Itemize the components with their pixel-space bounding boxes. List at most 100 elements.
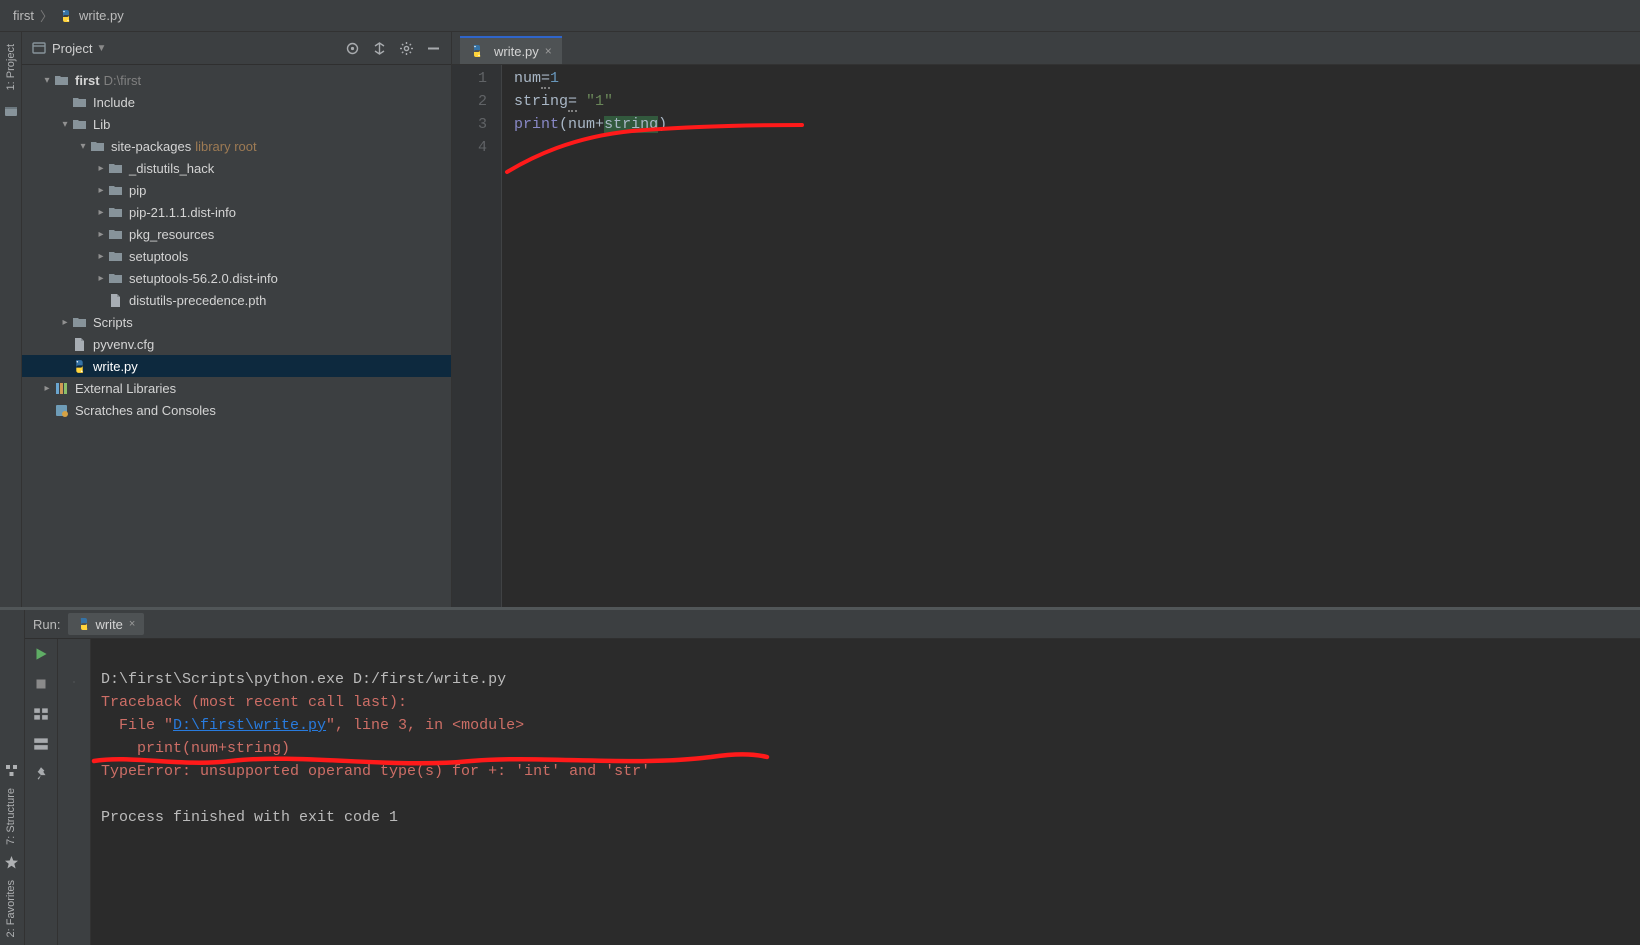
editor-tab-label: write.py (494, 44, 539, 59)
python-file-icon (77, 617, 91, 631)
line-number: 4 (452, 136, 487, 159)
tree-node-include[interactable]: Include (22, 91, 451, 113)
tree-node[interactable]: ▸ setuptools-56.2.0.dist-info (22, 267, 451, 289)
toggle-output-icon[interactable] (32, 735, 50, 753)
settings-gear-icon[interactable] (399, 41, 414, 56)
breadcrumb: first 〉 write.py (0, 0, 1640, 32)
file-link[interactable]: D:\first\write.py (173, 717, 326, 734)
file-icon (72, 337, 87, 352)
project-header-title[interactable]: Project (52, 41, 92, 56)
tree-node[interactable]: ▸ pip (22, 179, 451, 201)
editor-region: write.py × 1 2 3 4 num=1 string= "1" pri… (452, 32, 1640, 607)
breadcrumb-file[interactable]: write.py (79, 8, 124, 23)
project-tool-icon[interactable] (4, 104, 18, 118)
editor-tab-write[interactable]: write.py × (460, 36, 562, 64)
tool-favorites-tab[interactable]: 2: Favorites (5, 880, 17, 937)
tree-node-scripts[interactable]: ▸ Scripts (22, 311, 451, 333)
tree-node-write-py[interactable]: write.py (22, 355, 451, 377)
tree-scratches[interactable]: Scratches and Consoles (22, 399, 451, 421)
tree-external-libraries[interactable]: ▸ External Libraries (22, 377, 451, 399)
run-title: Run: (33, 617, 60, 632)
run-toolbar-right (58, 639, 91, 945)
pin-icon[interactable] (32, 765, 50, 783)
project-view-icon (32, 41, 46, 55)
chevron-right-icon[interactable]: ▸ (94, 227, 108, 241)
chevron-right-icon[interactable]: ▸ (94, 205, 108, 219)
folder-icon (108, 227, 123, 242)
close-run-tab-icon[interactable]: × (129, 618, 135, 630)
line-number: 1 (452, 67, 487, 90)
chevron-right-icon[interactable]: ▸ (94, 271, 108, 285)
project-tree[interactable]: ▾ first D:\first Include ▾ Lib ▾ (22, 65, 451, 607)
code-line: num=1 (514, 67, 1640, 90)
console-line: File "D:\first\write.py", line 3, in <mo… (101, 717, 524, 734)
folder-icon (108, 161, 123, 176)
code-line: string= "1" (514, 90, 1640, 113)
chevron-right-icon[interactable]: ▸ (94, 161, 108, 175)
tree-node-label: setuptools-56.2.0.dist-info (129, 271, 278, 286)
project-view-caret-icon[interactable]: ▼ (96, 43, 106, 54)
tree-node-label: External Libraries (75, 381, 176, 396)
chevron-down-icon[interactable]: ▾ (76, 139, 90, 153)
editor[interactable]: 1 2 3 4 num=1 string= "1" print(num+stri… (452, 65, 1640, 607)
python-file-icon (59, 9, 73, 23)
tree-node-file[interactable]: distutils-precedence.pth (22, 289, 451, 311)
tree-node[interactable]: ▸ setuptools (22, 245, 451, 267)
structure-tool-icon[interactable] (4, 763, 19, 778)
favorites-star-icon[interactable] (4, 855, 19, 870)
python-file-icon (72, 359, 87, 374)
chevron-right-icon[interactable]: ▸ (94, 183, 108, 197)
tree-node-label: Lib (93, 117, 110, 132)
rerun-icon[interactable] (32, 645, 50, 663)
tree-node[interactable]: ▸_distutils_hack (22, 157, 451, 179)
run-header: Run: write × (25, 610, 1640, 639)
folder-icon (72, 315, 87, 330)
editor-tabbar: write.py × (452, 32, 1640, 65)
tree-node-site-packages[interactable]: ▾ site-packages library root (22, 135, 451, 157)
chevron-right-icon[interactable]: ▸ (94, 249, 108, 263)
tree-node-file[interactable]: pyvenv.cfg (22, 333, 451, 355)
tree-node-label: pyvenv.cfg (93, 337, 154, 352)
code-area[interactable]: num=1 string= "1" print(num+string) (502, 65, 1640, 607)
tree-node-label: pip-21.1.1.dist-info (129, 205, 236, 220)
expand-all-icon[interactable] (372, 41, 387, 56)
tree-node-label: Scripts (93, 315, 133, 330)
tree-node-label: distutils-precedence.pth (129, 293, 266, 308)
run-tool-window: Run: write × D:\ (0, 607, 1640, 945)
chevron-down-icon[interactable]: ▾ (40, 73, 54, 87)
chevron-right-icon[interactable]: ▸ (40, 381, 54, 395)
folder-icon (90, 139, 105, 154)
chevron-right-icon[interactable]: ▸ (58, 315, 72, 329)
tree-root[interactable]: ▾ first D:\first (22, 69, 451, 91)
console-line: Process finished with exit code 1 (101, 809, 398, 826)
locate-icon[interactable] (345, 41, 360, 56)
console-line: TypeError: unsupported operand type(s) f… (101, 763, 650, 780)
tree-node-lib[interactable]: ▾ Lib (22, 113, 451, 135)
breadcrumb-sep: 〉 (40, 6, 53, 25)
tree-node-label: Scratches and Consoles (75, 403, 216, 418)
tree-node[interactable]: ▸ pip-21.1.1.dist-info (22, 201, 451, 223)
hide-panel-icon[interactable] (426, 41, 441, 56)
breadcrumb-root[interactable]: first (13, 8, 34, 23)
console-line: D:\first\Scripts\python.exe D:/first/wri… (101, 671, 506, 688)
tool-structure-tab[interactable]: 7: Structure (5, 788, 17, 845)
tree-node-label: write.py (93, 359, 138, 374)
tree-node-label: Include (93, 95, 135, 110)
scratches-icon (54, 403, 69, 418)
tree-node-label: pip (129, 183, 146, 198)
chevron-down-icon[interactable]: ▾ (58, 117, 72, 131)
library-root-tag: library root (195, 139, 256, 154)
run-tab[interactable]: write × (68, 613, 144, 635)
tool-project-tab[interactable]: 1: Project (3, 38, 19, 96)
console-line: Traceback (most recent call last): (101, 694, 407, 711)
tree-node-label: setuptools (129, 249, 188, 264)
run-console[interactable]: D:\first\Scripts\python.exe D:/first/wri… (91, 639, 1640, 945)
tree-node[interactable]: ▸pkg_resources (22, 223, 451, 245)
scroll-to-end-icon[interactable] (73, 681, 75, 683)
console-line: print(num+string) (101, 740, 290, 757)
layout-icon[interactable] (32, 705, 50, 723)
stop-icon[interactable] (32, 675, 50, 693)
code-line: print(num+string) (514, 113, 1640, 136)
folder-icon (72, 95, 87, 110)
close-tab-icon[interactable]: × (545, 44, 552, 58)
